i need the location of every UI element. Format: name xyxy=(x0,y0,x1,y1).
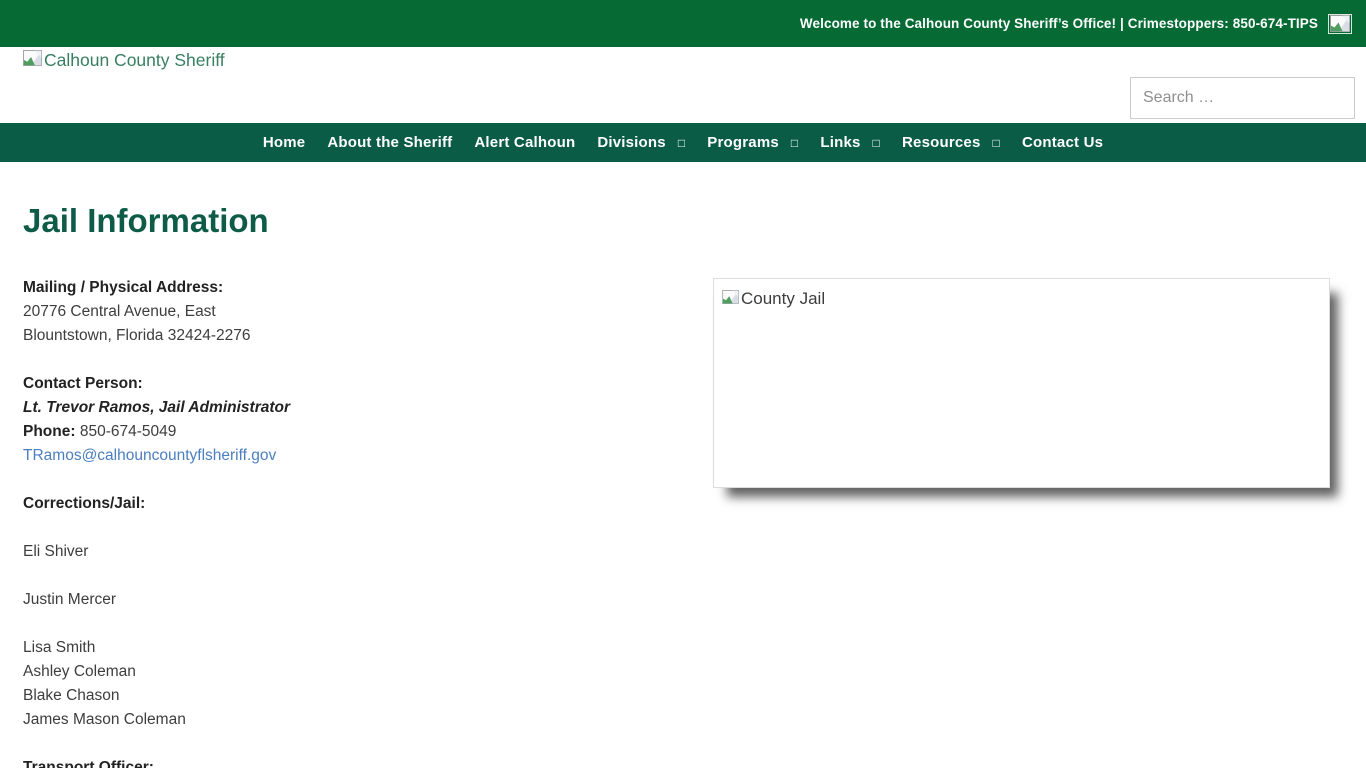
staff-name: Eli Shiver xyxy=(23,540,713,564)
broken-image-icon xyxy=(1330,15,1350,32)
jail-image-column: County Jail xyxy=(713,276,1343,768)
contact-person-label: Contact Person: xyxy=(23,375,143,392)
site-header: Calhoun County Sheriff xyxy=(0,47,1366,123)
nav-label: About the Sheriff xyxy=(327,134,452,151)
dropdown-caret-icon: □ xyxy=(791,136,798,150)
main-navigation: Home About the Sheriff Alert Calhoun Div… xyxy=(0,123,1366,162)
nav-label: Alert Calhoun xyxy=(474,134,575,151)
nav-item-home[interactable]: Home xyxy=(252,123,316,162)
contact-person-block: Contact Person: Lt. Trevor Ramos, Jail A… xyxy=(23,372,713,468)
staff-name: Justin Mercer xyxy=(23,588,713,612)
mailing-address-block: Mailing / Physical Address: 20776 Centra… xyxy=(23,276,713,348)
transport-officer-label: Transport Officer: xyxy=(23,759,154,768)
address-line-2: Blountstown, Florida 32424-2276 xyxy=(23,327,250,344)
nav-label: Divisions xyxy=(597,134,666,151)
mailing-address-label: Mailing / Physical Address: xyxy=(23,279,223,296)
staff-name: Ashley Coleman xyxy=(23,663,136,680)
phone-number: 850-674-5049 xyxy=(80,423,177,440)
transport-officer-heading: Transport Officer: xyxy=(23,756,713,768)
search-input[interactable] xyxy=(1130,77,1355,119)
nav-label: Programs xyxy=(707,134,779,151)
nav-item-divisions[interactable]: Divisions □ xyxy=(586,123,696,162)
nav-label: Home xyxy=(263,134,305,151)
site-logo-alt-text: Calhoun County Sheriff xyxy=(44,50,225,70)
nav-label: Contact Us xyxy=(1022,134,1103,151)
dropdown-caret-icon: □ xyxy=(993,136,1000,150)
contact-email-link[interactable]: TRamos@calhouncountyflsheriff.gov xyxy=(23,447,276,464)
nav-item-programs[interactable]: Programs □ xyxy=(696,123,809,162)
site-logo-link[interactable]: Calhoun County Sheriff xyxy=(23,50,225,70)
corrections-jail-heading: Corrections/Jail: xyxy=(23,492,713,516)
staff-name: James Mason Coleman xyxy=(23,711,186,728)
staff-name: Blake Chason xyxy=(23,687,120,704)
broken-image-icon xyxy=(23,50,42,66)
county-jail-image: County Jail xyxy=(713,278,1330,488)
nav-label: Links xyxy=(820,134,860,151)
staff-name: Lisa Smith xyxy=(23,639,95,656)
contact-person-name: Lt. Trevor Ramos, Jail Administrator xyxy=(23,399,290,416)
jail-info-text-column: Mailing / Physical Address: 20776 Centra… xyxy=(23,276,713,768)
staff-name-group: Lisa Smith Ashley Coleman Blake Chason J… xyxy=(23,636,713,732)
welcome-text: Welcome to the Calhoun County Sheriff’s … xyxy=(800,16,1318,31)
nav-item-links[interactable]: Links □ xyxy=(809,123,891,162)
address-line-1: 20776 Central Avenue, East xyxy=(23,303,216,320)
nav-item-alert-calhoun[interactable]: Alert Calhoun xyxy=(463,123,586,162)
announcement-bar: Welcome to the Calhoun County Sheriff’s … xyxy=(0,0,1366,47)
broken-image-icon xyxy=(722,290,739,304)
dropdown-caret-icon: □ xyxy=(873,136,880,150)
phone-label: Phone: xyxy=(23,423,76,440)
main-content: Jail Information Mailing / Physical Addr… xyxy=(0,202,1366,768)
nav-item-about-the-sheriff[interactable]: About the Sheriff xyxy=(316,123,463,162)
page-title: Jail Information xyxy=(23,202,1343,240)
broken-image-icon xyxy=(1328,14,1352,34)
corrections-jail-label: Corrections/Jail: xyxy=(23,495,145,512)
nav-label: Resources xyxy=(902,134,981,151)
nav-item-resources[interactable]: Resources □ xyxy=(891,123,1011,162)
dropdown-caret-icon: □ xyxy=(678,136,685,150)
nav-item-contact-us[interactable]: Contact Us xyxy=(1011,123,1114,162)
county-jail-image-alt-text: County Jail xyxy=(741,290,825,308)
